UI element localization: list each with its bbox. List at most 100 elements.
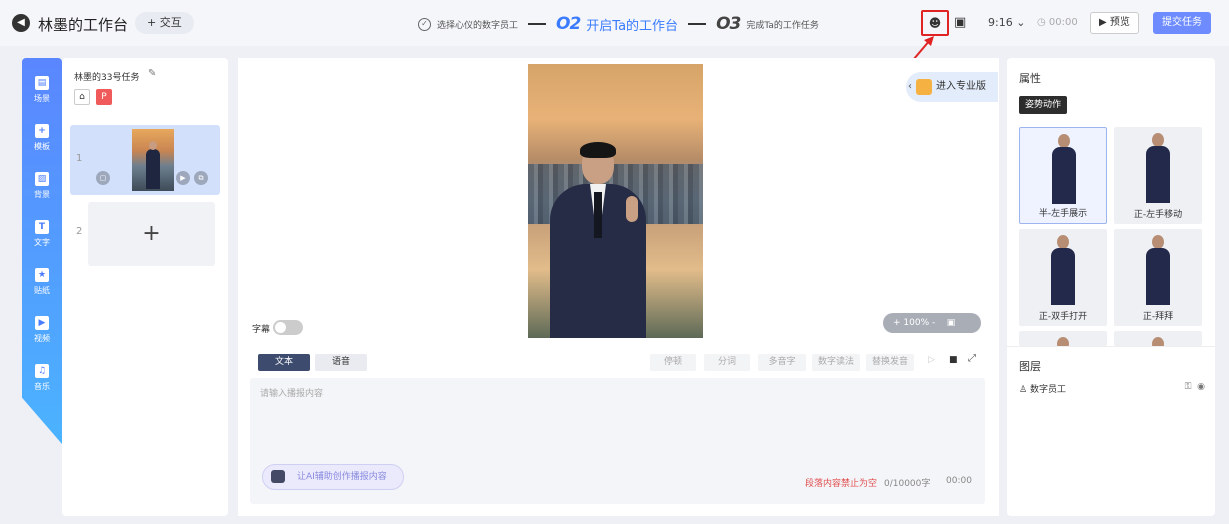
replace-pronunciation-tool-button[interactable]: 替换发音 (866, 354, 914, 371)
nav-item-scene[interactable]: ▤ 场景 (22, 76, 62, 104)
nav-item-background[interactable]: ▨ 背景 (22, 172, 62, 200)
play-icon[interactable]: ▶ (176, 171, 190, 185)
timer-value: 00:00 (1048, 17, 1078, 28)
layers-title: 图层 (1019, 360, 1041, 373)
step2-label: 开启Ta的工作台 (586, 18, 679, 34)
stop-icon[interactable]: ■ (949, 355, 958, 365)
pro-label: 进入专业版 (936, 81, 986, 92)
nav-label: 文字 (34, 238, 50, 247)
aspect-ratio-value: 9:16 (988, 16, 1013, 29)
expand-icon[interactable]: ⤢ (968, 353, 976, 364)
properties-panel: 属性 姿势动作 半-左手展示 正-左手移动 正-双手打开 正-拜拜 图层 ♙ 数… (1007, 58, 1215, 516)
empty-warning: 段落内容禁止为空 (805, 479, 878, 489)
subtitle-toggle[interactable] (273, 320, 303, 335)
nav-item-sticker[interactable]: ★ 贴纸 (22, 268, 62, 296)
pose-figure (1049, 235, 1077, 305)
presenter-tie (594, 192, 602, 238)
page-title: 林墨的工作台 (38, 16, 129, 34)
pose-card[interactable] (1019, 331, 1107, 346)
pose-figure (1144, 235, 1172, 305)
preview-label: 预览 (1109, 17, 1130, 28)
nav-label: 模板 (34, 142, 50, 151)
script-editor: 文本 语音 停顿 分词 多音字 数字读法 替换发音 ▷ ■ ⤢ 请输入播报内容 … (238, 346, 999, 516)
nav-label: 背景 (34, 190, 50, 199)
stage-image[interactable] (528, 64, 703, 338)
nav-item-text[interactable]: T 文字 (22, 220, 62, 248)
script-placeholder: 请输入播报内容 (260, 389, 324, 399)
sticker-icon: ★ (35, 268, 49, 282)
ai-assist-button[interactable]: 让AI辅助创作播报内容 (262, 464, 404, 490)
interact-button[interactable]: + 交互 (135, 12, 194, 34)
pose-figure (1050, 134, 1078, 204)
pro-icon (916, 79, 932, 95)
polyphone-tool-button[interactable]: 多音字 (758, 354, 806, 371)
step-progress: ✓ 选择心仪的数字员工 O2 开启Ta的工作台 O3 完成Ta的工作任务 (418, 12, 819, 36)
video-icon: ▶ (35, 316, 49, 330)
pose-figure (1049, 337, 1077, 346)
scene-index: 2 (76, 226, 83, 237)
properties-title: 属性 (1019, 72, 1041, 85)
nav-label: 贴纸 (34, 286, 50, 295)
segment-tool-button[interactable]: 分词 (704, 354, 750, 371)
check-circle-icon: ✓ (418, 17, 431, 31)
step2-number: O2 (556, 14, 581, 34)
back-arrow-icon[interactable]: ◀ (12, 14, 30, 32)
copy-icon[interactable]: ⧉ (194, 171, 208, 185)
pose-card[interactable]: 正-拜拜 (1114, 229, 1202, 326)
nav-item-video[interactable]: ▶ 视频 (22, 316, 62, 344)
pose-label: 正-拜拜 (1142, 312, 1174, 322)
submit-task-button[interactable]: 提交任务 (1153, 12, 1211, 34)
pose-tab[interactable]: 姿势动作 (1019, 96, 1068, 114)
edit-pencil-icon[interactable]: ✎ (148, 68, 156, 79)
pause-tool-button[interactable]: 停顿 (650, 354, 696, 371)
script-textarea[interactable]: 请输入播报内容 让AI辅助创作播报内容 段落内容禁止为空 0/10000字 00… (250, 378, 985, 504)
top-bar: ◀ 林墨的工作台 + 交互 ✓ 选择心仪的数字员工 O2 开启Ta的工作台 O3… (0, 0, 1229, 46)
step1-label: 选择心仪的数字员工 (437, 20, 519, 31)
home-icon[interactable]: ⌂ (74, 89, 90, 105)
pose-label: 半-左手展示 (1038, 209, 1088, 219)
delete-icon[interactable]: ▢ (96, 171, 110, 185)
tab-audio[interactable]: 语音 (315, 354, 367, 371)
save-icon[interactable]: ▣ (954, 10, 972, 36)
text-icon: T (35, 220, 49, 234)
presenter-hair (580, 142, 616, 158)
divider (1007, 346, 1215, 347)
ai-assist-label: 让AI辅助创作播报内容 (297, 472, 387, 482)
number-reading-tool-button[interactable]: 数字读法 (812, 354, 860, 371)
zoom-value: + 100% - (893, 318, 936, 328)
layer-name: 数字员工 (1029, 385, 1066, 395)
lock-eye-icons[interactable]: ⚿ ◉ (1185, 382, 1205, 392)
play-icon[interactable]: ▷ (928, 355, 935, 365)
pose-card[interactable] (1114, 331, 1202, 346)
scene-thumbnail (132, 129, 174, 191)
zoom-control[interactable]: + 100% - ▣ (883, 313, 981, 333)
scene-card-1[interactable]: 1 ▢ ▶ ⧉ (70, 125, 220, 195)
nav-label: 视频 (34, 334, 50, 343)
step3-label: 完成Ta的工作任务 (746, 20, 819, 31)
chevron-left-icon: ‹ (908, 81, 912, 92)
preview-canvas: ‹ 进入专业版 字幕 + 100% - ▣ (238, 58, 999, 346)
nav-item-music[interactable]: ♫ 音乐 (22, 364, 62, 392)
add-scene-button[interactable]: + (88, 202, 215, 266)
preview-button[interactable]: ▶ 预览 (1090, 12, 1139, 34)
layer-row[interactable]: ♙ 数字员工 ⚿ ◉ (1019, 382, 1205, 395)
pose-card[interactable]: 正-左手移动 (1114, 127, 1202, 224)
duration: 00:00 (946, 476, 972, 486)
pose-card[interactable]: 半-左手展示 (1019, 127, 1107, 224)
pose-card[interactable]: 正-双手打开 (1019, 229, 1107, 326)
thumbnail-head (149, 141, 157, 150)
aspect-ratio-select[interactable]: 9:16 ⌄ (988, 10, 1025, 36)
digital-employee-icon[interactable]: ☻ (921, 10, 949, 36)
enter-pro-button[interactable]: ‹ 进入专业版 (906, 72, 998, 102)
nav-label: 音乐 (34, 382, 50, 391)
nav-item-template[interactable]: + 模板 (22, 124, 62, 152)
tab-text[interactable]: 文本 (258, 354, 310, 371)
step-divider (528, 23, 547, 25)
music-icon: ♫ (35, 364, 49, 378)
background-icon: ▨ (35, 172, 49, 186)
presenter-hand (626, 196, 638, 222)
person-icon: ♙ (1019, 385, 1028, 395)
pose-figure (1144, 337, 1172, 346)
timer: ◷ 00:00 (1037, 17, 1078, 28)
flag-icon[interactable]: P (96, 89, 112, 105)
